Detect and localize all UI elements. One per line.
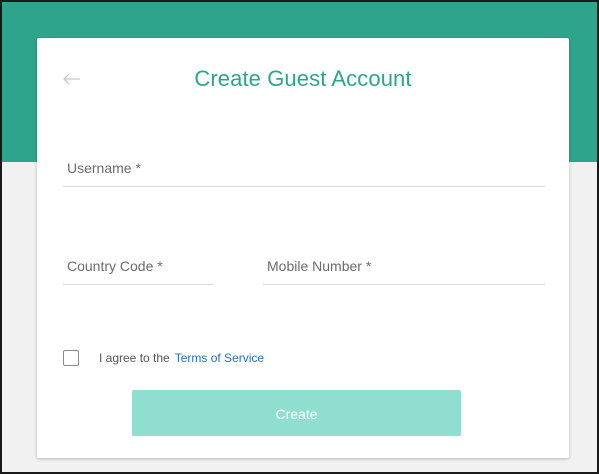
agree-text: I agree to the [99,351,170,365]
create-guest-account-card: Create Guest Account Username * Country … [37,38,569,458]
create-button[interactable]: Create [132,390,461,436]
app-frame: Create Guest Account Username * Country … [0,0,599,474]
terms-checkbox[interactable] [63,350,79,366]
terms-agreement-row: I agree to the Terms of Service [63,348,264,368]
terms-of-service-link[interactable]: Terms of Service [175,351,264,365]
country-code-input[interactable] [63,248,213,284]
mobile-number-field[interactable]: Mobile Number * [263,248,545,285]
username-input[interactable] [63,150,545,186]
page-title: Create Guest Account [194,66,412,91]
country-code-field[interactable]: Country Code * [63,248,213,285]
mobile-number-input[interactable] [263,248,545,284]
username-field[interactable]: Username * [63,150,545,187]
